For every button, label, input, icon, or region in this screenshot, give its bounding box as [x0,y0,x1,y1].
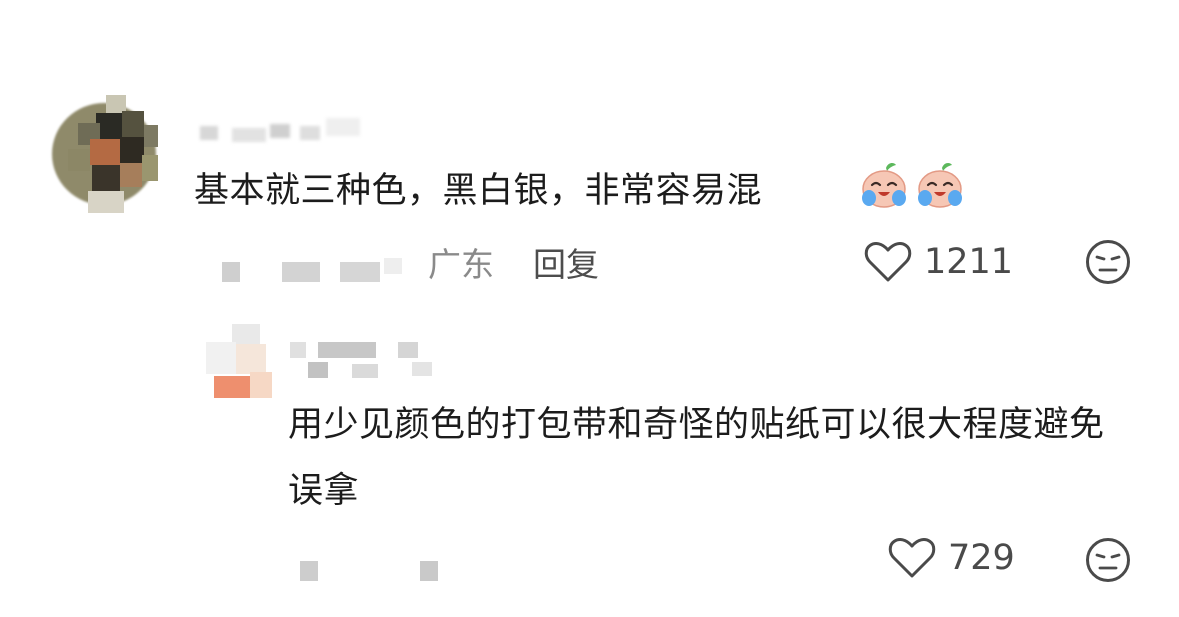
avatar-pixel [250,372,272,398]
username-pixel [398,342,418,358]
username-pixel [326,118,360,136]
like-count: 729 [948,538,1015,578]
avatar-pixel [90,139,120,165]
meh-face-icon[interactable] [1084,536,1132,584]
username-pixel [308,362,328,378]
avatar-pixel [214,376,250,398]
username-pixel [412,362,432,376]
avatar-pixel [142,155,158,181]
username-pixel [290,342,306,358]
comment-text: 基本就三种色，黑白银，非常容易混 [194,171,763,211]
avatar[interactable] [48,95,158,213]
avatar-pixel [68,149,90,171]
timestamp-pixel [420,561,438,581]
username-pixel [352,364,378,378]
heart-outline-icon [864,242,912,282]
timestamp-pixel [222,262,240,282]
meh-face-icon[interactable] [1084,238,1132,286]
heart-outline-icon [888,538,936,578]
like-button[interactable]: 729 [888,536,1015,580]
avatar-pixel [92,165,120,191]
username-pixel [200,126,218,140]
avatar-pixel [206,342,236,374]
timestamp-pixel [340,262,380,282]
crying-peach-icon [862,163,906,208]
location-label: 广东 [428,245,494,284]
timestamp-pixel [384,258,402,274]
timestamp-pixel [282,262,320,282]
username-pixel [232,128,266,142]
crying-peach-icon [918,163,962,208]
avatar-pixel [120,137,144,163]
reply-button[interactable]: 回复 [533,238,599,286]
username-pixel [318,342,376,358]
reply-text: 用少见颜色的打包带和奇怪的贴纸可以很大程度避免误拿 [288,405,1105,511]
avatar-pixel [232,324,260,344]
avatar-pixel [88,191,124,213]
like-count: 1211 [924,242,1014,282]
avatar-pixel [120,163,142,187]
username-pixel [270,124,290,138]
avatar-pixel [144,125,158,147]
avatar-pixel [122,111,144,137]
like-button[interactable]: 1211 [864,240,1013,284]
timestamp-pixel [300,561,318,581]
avatar-pixel [236,344,266,374]
username-pixel [300,126,320,140]
